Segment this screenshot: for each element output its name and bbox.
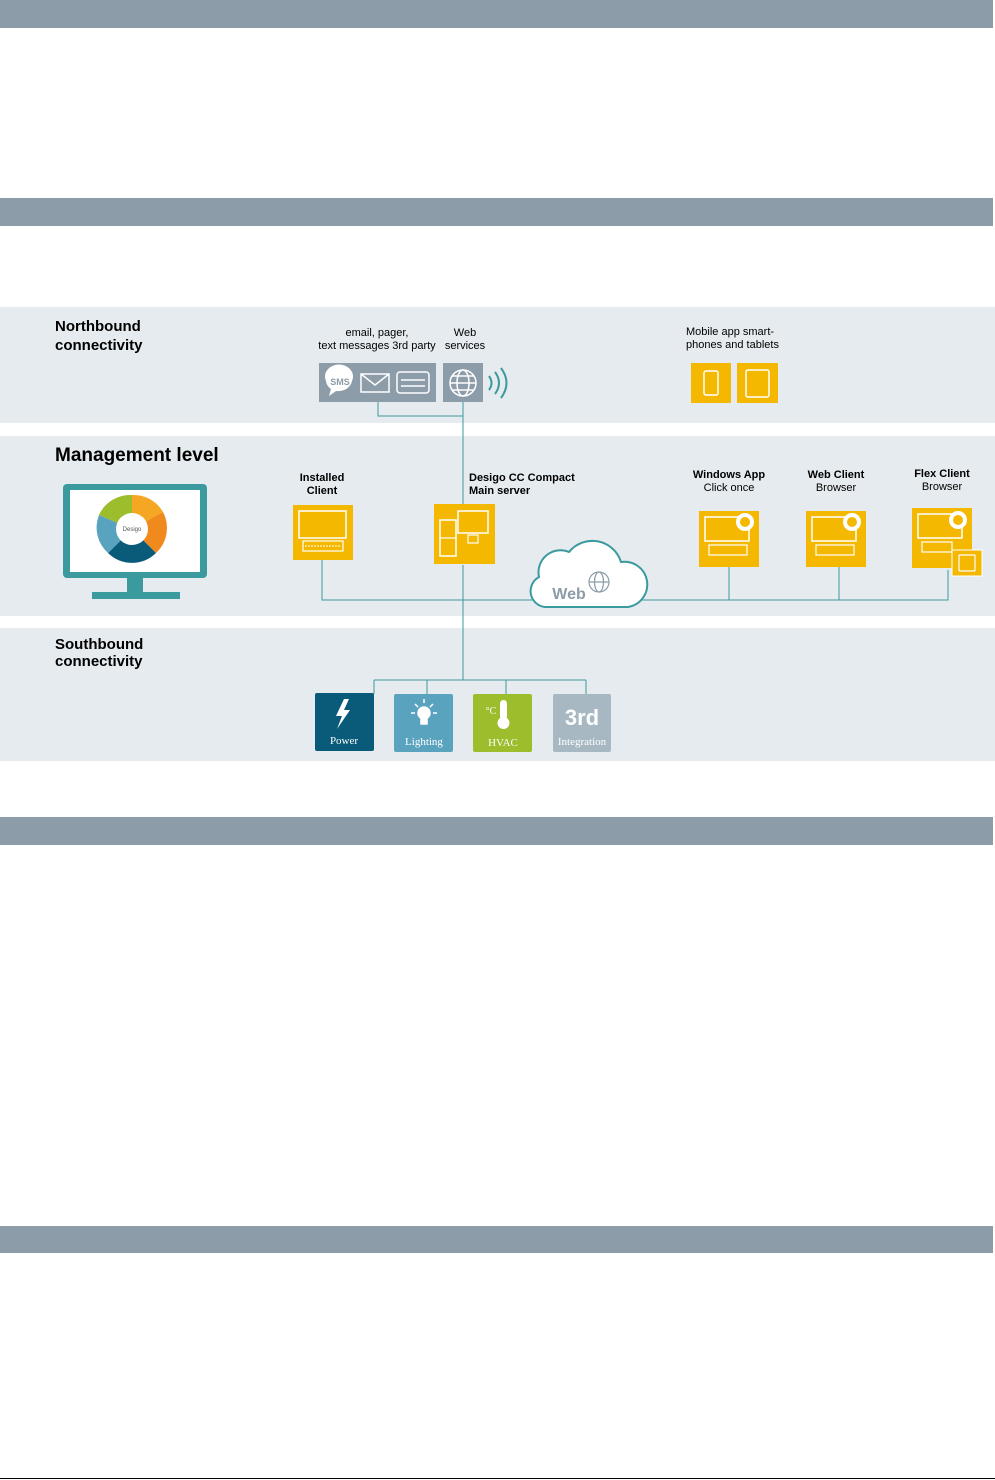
installed-client-label-line2: Client xyxy=(306,485,338,497)
integration-label: Integration xyxy=(558,736,607,748)
web-services-label-line1: Web xyxy=(453,327,477,339)
installed-client-icon xyxy=(293,505,353,560)
web-client-label-line1: Web Client xyxy=(807,469,865,481)
desigo-monitor-icon: Desigo xyxy=(63,484,207,599)
main-server-icon xyxy=(434,504,495,564)
mobile-label-line1: Mobile app smart- xyxy=(686,326,775,338)
web-cloud-icon: Web xyxy=(529,539,649,608)
flex-client-icon xyxy=(912,508,983,577)
sms-label: SMS xyxy=(330,377,350,387)
notify-label: email, pager, text messages 3rd party xyxy=(312,327,442,353)
web-services-label: Web services xyxy=(440,327,490,353)
mobile-label: Mobile app smart- phones and tablets xyxy=(686,326,779,352)
web-services-label-line2: services xyxy=(444,340,486,352)
flex-client-label-line2: Browser xyxy=(921,481,963,493)
windows-app-icon xyxy=(699,511,759,567)
hvac-tile: °C HVAC xyxy=(473,694,532,752)
notify-label-line2: text messages 3rd party xyxy=(318,340,436,352)
web-client-label: Web Client Browser xyxy=(800,469,872,495)
power-tile: Power xyxy=(315,693,374,751)
management-title: Management level xyxy=(55,445,219,466)
tablet-icon xyxy=(737,363,778,403)
flex-client-label: Flex Client Browser xyxy=(906,468,978,494)
desigo-logo-text: Desigo xyxy=(123,527,142,533)
main-server-label-line2: Main server xyxy=(469,485,531,497)
main-server-label: Desigo CC Compact Main server xyxy=(469,472,575,498)
installed-client-label: Installed Client xyxy=(290,472,354,498)
southbound-title-line2: connectivity xyxy=(55,653,143,670)
integration-tile: 3rd Integration xyxy=(553,694,611,752)
smartphone-icon xyxy=(691,363,731,403)
lighting-label: Lighting xyxy=(405,736,443,748)
notification-box: SMS xyxy=(319,363,436,402)
web-services-box xyxy=(443,363,508,402)
power-label: Power xyxy=(330,735,358,747)
web-client-icon xyxy=(806,511,866,567)
hvac-unit-label: °C xyxy=(486,706,497,717)
windows-app-label-line1: Windows App xyxy=(692,469,766,481)
southbound-title-line1: Southbound xyxy=(55,636,144,653)
flex-client-label-line1: Flex Client xyxy=(914,468,970,480)
lighting-tile: Lighting xyxy=(394,694,453,752)
northbound-title-line2: connectivity xyxy=(55,337,143,354)
web-client-label-line2: Browser xyxy=(815,482,857,494)
page-bottom-rule xyxy=(0,1478,995,1479)
wireless-icon xyxy=(488,367,508,399)
windows-app-label: Windows App Click once xyxy=(689,469,769,495)
cloud-web-label: Web xyxy=(552,586,586,603)
mobile-label-line2: phones and tablets xyxy=(686,339,779,351)
northbound-title-line1: Northbound xyxy=(55,318,141,335)
northbound-title: Northbound connectivity xyxy=(55,317,143,355)
architecture-diagram: SMS Desigo Web Power Lighting °C HVAC 3r… xyxy=(63,363,983,752)
hvac-label: HVAC xyxy=(488,737,518,749)
southbound-title: Southbound connectivity xyxy=(55,636,143,670)
windows-app-label-line2: Click once xyxy=(703,482,755,494)
main-server-label-line1: Desigo CC Compact xyxy=(469,472,575,484)
notify-label-line1: email, pager, xyxy=(345,327,409,339)
installed-client-label-line1: Installed xyxy=(299,472,345,484)
third-big-label: 3rd xyxy=(565,705,599,730)
